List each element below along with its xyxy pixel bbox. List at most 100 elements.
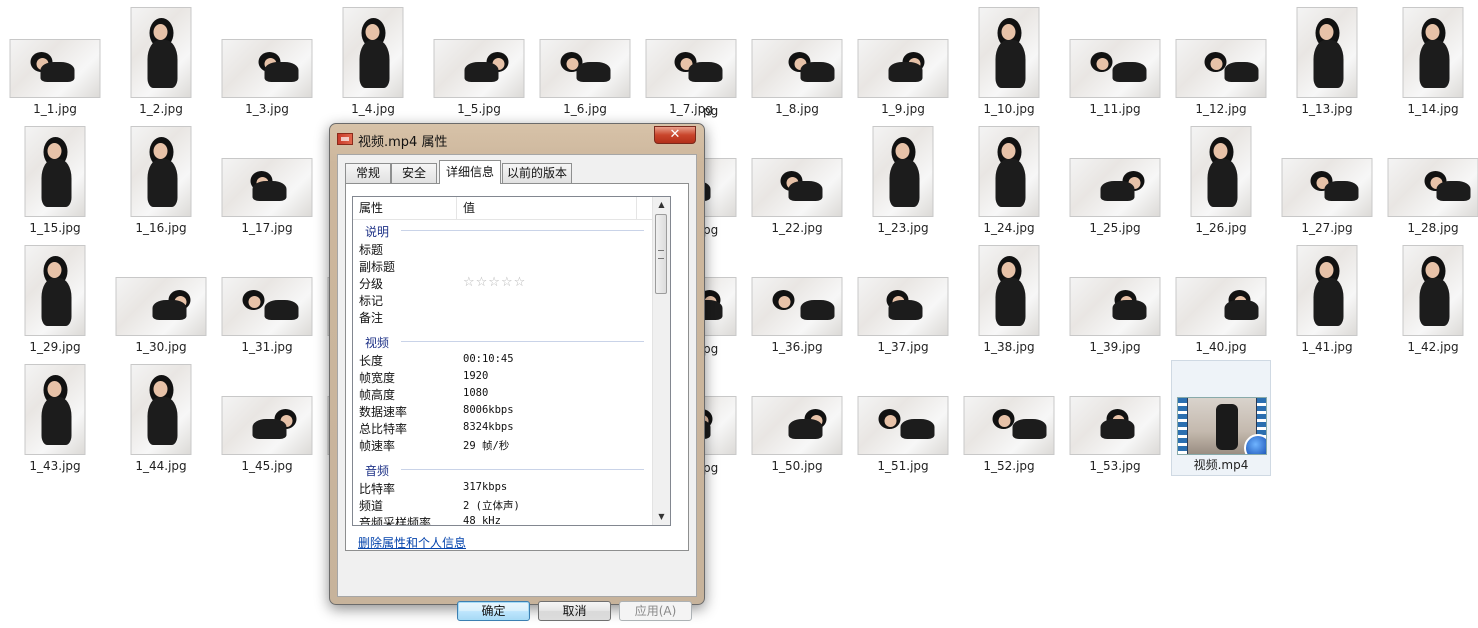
video-file-tile[interactable]: 视频.mp4	[1171, 360, 1271, 476]
file-name-label: 1_51.jpg	[877, 459, 929, 473]
image-file-tile[interactable]: 1_11.jpg	[1065, 3, 1165, 119]
property-row[interactable]: 备注	[353, 309, 652, 326]
image-file-tile[interactable]: 1_44.jpg	[111, 360, 211, 476]
property-row[interactable]: 总比特率 8324kbps	[353, 420, 652, 437]
photo-thumbnail	[857, 396, 949, 455]
image-file-tile[interactable]: 1_23.jpg	[853, 122, 953, 238]
image-file-tile[interactable]: 1_37.jpg	[853, 241, 953, 357]
file-name-label: 1_17.jpg	[241, 221, 293, 235]
image-file-tile[interactable]: 1_1.jpg	[5, 3, 105, 119]
dialog-titlebar[interactable]: 视频.mp4 属性 ✕	[330, 124, 704, 154]
image-file-tile[interactable]: 1_43.jpg	[5, 360, 105, 476]
photo-thumbnail	[751, 277, 843, 336]
image-file-tile[interactable]: 1_29.jpg	[5, 241, 105, 357]
property-row[interactable]: 频道 2 (立体声)	[353, 497, 652, 514]
image-file-tile[interactable]: 1_28.jpg	[1383, 122, 1478, 238]
property-name: 帧宽度	[359, 371, 396, 385]
image-file-tile[interactable]: 1_45.jpg	[217, 360, 317, 476]
photo-thumbnail	[1402, 245, 1464, 336]
image-file-tile[interactable]: 1_31.jpg	[217, 241, 317, 357]
file-name-label: 1_4.jpg	[351, 102, 395, 116]
file-name-label: 1_14.jpg	[1407, 102, 1459, 116]
property-value: 2 (立体声)	[463, 500, 520, 512]
image-file-tile[interactable]: 1_15.jpg	[5, 122, 105, 238]
image-file-tile[interactable]: 1_39.jpg	[1065, 241, 1165, 357]
ok-button[interactable]: 确定	[457, 601, 530, 621]
image-file-tile[interactable]: 1_24.jpg	[959, 122, 1059, 238]
cancel-button[interactable]: 取消	[538, 601, 611, 621]
image-file-tile[interactable]: 1_12.jpg	[1171, 3, 1271, 119]
image-file-tile[interactable]: 1_50.jpg	[747, 360, 847, 476]
photo-thumbnail	[1175, 277, 1267, 336]
photo-thumbnail	[24, 126, 86, 217]
photo-thumbnail	[1175, 39, 1267, 98]
list-body: 说明 标题 副标题 分级 ☆☆☆☆☆ 标记 备注视频 长度 00:10:45 帧宽度 1920 帧高度…	[353, 219, 652, 525]
image-file-tile[interactable]: 1_17.jpg	[217, 122, 317, 238]
scrollbar-thumb[interactable]	[655, 214, 667, 294]
property-row[interactable]: 数据速率 8006kbps	[353, 403, 652, 420]
property-row[interactable]: 帧高度 1080	[353, 386, 652, 403]
image-file-tile[interactable]: 1_51.jpg	[853, 360, 953, 476]
image-file-tile[interactable]: 1_53.jpg	[1065, 360, 1165, 476]
column-header-value[interactable]: 值	[457, 197, 637, 219]
tab-details[interactable]: 详细信息	[439, 160, 501, 184]
image-file-tile[interactable]: 1_9.jpg	[853, 3, 953, 119]
details-property-list[interactable]: 属性 值 说明 标题 副标题 分级 ☆☆☆☆☆ 标记 备注视频 长度 00:10:45 帧宽度 19…	[352, 196, 671, 526]
image-file-tile[interactable]: 1_7.jpg	[641, 3, 741, 119]
property-group-header[interactable]: 说明	[353, 219, 652, 241]
remove-properties-link[interactable]: 删除属性和个人信息	[358, 534, 466, 551]
image-file-tile[interactable]: 1_27.jpg	[1277, 122, 1377, 238]
image-file-tile[interactable]: 1_25.jpg	[1065, 122, 1165, 238]
image-file-tile[interactable]: 1_30.jpg	[111, 241, 211, 357]
property-name: 数据速率	[359, 405, 408, 419]
file-name-label: 1_8.jpg	[775, 102, 819, 116]
rating-stars-icon[interactable]: ☆☆☆☆☆	[463, 275, 526, 290]
photo-thumbnail	[1281, 158, 1373, 217]
image-file-tile[interactable]: 1_8.jpg	[747, 3, 847, 119]
property-row[interactable]: 标题	[353, 241, 652, 258]
image-file-tile[interactable]: 1_3.jpg	[217, 3, 317, 119]
file-name-label: 1_42.jpg	[1407, 340, 1459, 354]
property-row[interactable]: 分级 ☆☆☆☆☆	[353, 275, 652, 292]
image-file-tile[interactable]: 1_4.jpg	[323, 3, 423, 119]
property-value: 00:10:45	[463, 353, 514, 365]
image-file-tile[interactable]: 1_26.jpg	[1171, 122, 1271, 238]
property-row[interactable]: 比特率 317kbps	[353, 480, 652, 497]
column-header-property[interactable]: 属性	[353, 197, 457, 219]
image-file-tile[interactable]: 1_22.jpg	[747, 122, 847, 238]
scroll-up-arrow-icon[interactable]: ▲	[653, 197, 670, 213]
image-file-tile[interactable]: 1_10.jpg	[959, 3, 1059, 119]
file-name-label-partial: pg	[703, 223, 719, 237]
tab-security[interactable]: 安全	[391, 163, 437, 183]
image-file-tile[interactable]: 1_2.jpg	[111, 3, 211, 119]
vertical-scrollbar[interactable]: ▲ ▼	[652, 197, 670, 525]
property-row[interactable]: 副标题	[353, 258, 652, 275]
scroll-down-arrow-icon[interactable]: ▼	[653, 509, 670, 525]
property-row[interactable]: 标记	[353, 292, 652, 309]
photo-thumbnail	[221, 39, 313, 98]
tab-general[interactable]: 常规	[345, 163, 391, 183]
image-file-tile[interactable]: 1_36.jpg	[747, 241, 847, 357]
image-file-tile[interactable]: 1_16.jpg	[111, 122, 211, 238]
property-group-header[interactable]: 音频	[353, 458, 652, 480]
image-file-tile[interactable]: 1_40.jpg	[1171, 241, 1271, 357]
file-name-label: 1_27.jpg	[1301, 221, 1353, 235]
file-name-label: 1_38.jpg	[983, 340, 1035, 354]
property-name: 帧速率	[359, 439, 396, 453]
property-group-header[interactable]: 视频	[353, 330, 652, 352]
image-file-tile[interactable]: 1_6.jpg	[535, 3, 635, 119]
image-file-tile[interactable]: 1_14.jpg	[1383, 3, 1478, 119]
image-file-tile[interactable]: 1_13.jpg	[1277, 3, 1377, 119]
property-row[interactable]: 音频采样频率 48 kHz	[353, 514, 652, 525]
close-button[interactable]: ✕	[654, 126, 696, 144]
property-row[interactable]: 长度 00:10:45	[353, 352, 652, 369]
property-row[interactable]: 帧速率 29 帧/秒	[353, 437, 652, 454]
file-name-label: 1_30.jpg	[135, 340, 187, 354]
image-file-tile[interactable]: 1_38.jpg	[959, 241, 1059, 357]
image-file-tile[interactable]: 1_42.jpg	[1383, 241, 1478, 357]
image-file-tile[interactable]: 1_5.jpg	[429, 3, 529, 119]
property-row[interactable]: 帧宽度 1920	[353, 369, 652, 386]
image-file-tile[interactable]: 1_52.jpg	[959, 360, 1059, 476]
image-file-tile[interactable]: 1_41.jpg	[1277, 241, 1377, 357]
tab-previous-versions[interactable]: 以前的版本	[502, 163, 572, 183]
